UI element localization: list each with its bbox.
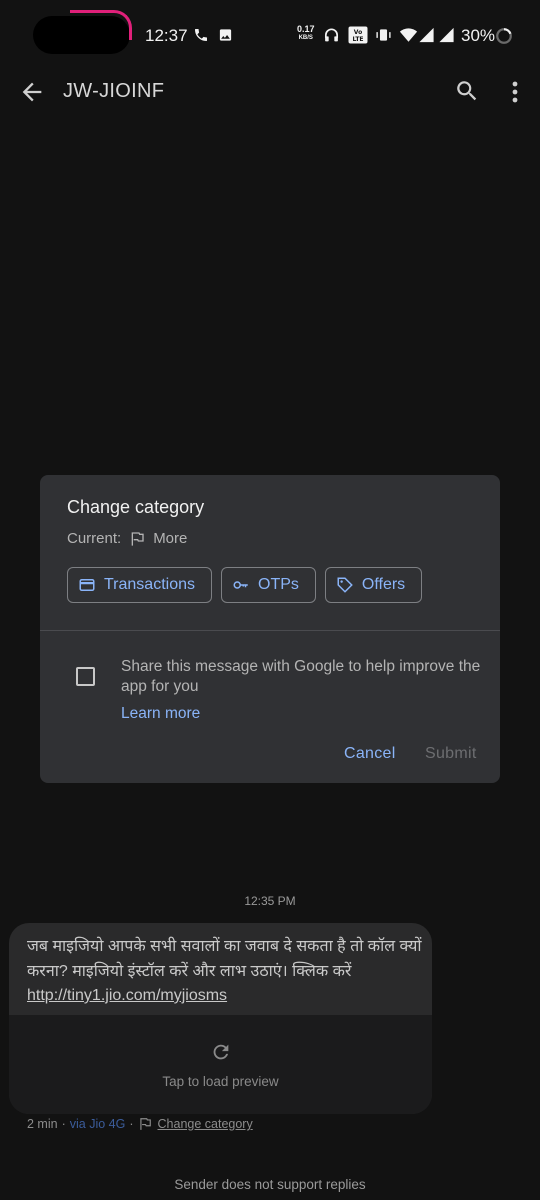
svg-text:Vo: Vo xyxy=(354,29,362,36)
tag-icon xyxy=(337,577,353,593)
chip-offers-label: Offers xyxy=(361,576,406,593)
chip-otps[interactable]: OTPs xyxy=(221,567,316,603)
volte-icon: Vo LTE xyxy=(348,26,368,44)
network-speed-unit: KB/S xyxy=(298,35,313,41)
wifi-icon xyxy=(399,28,418,42)
message-body: जब माइजियो आपके सभी सवालों का जवाब दे सक… xyxy=(27,938,422,980)
share-checkbox[interactable] xyxy=(76,667,95,686)
message-link[interactable]: http://tiny1.jio.com/myjiosms xyxy=(27,987,227,1004)
signal-icon-2 xyxy=(439,27,454,43)
more-vert-icon[interactable] xyxy=(504,78,526,106)
search-icon[interactable] xyxy=(454,78,480,104)
card-icon xyxy=(79,579,95,591)
tap-to-load-preview: Tap to load preview xyxy=(162,1074,279,1089)
link-preview[interactable]: Tap to load preview xyxy=(9,1015,432,1114)
message-bubble[interactable]: जब माइजियो आपके सभी सवालों का जवाब दे सक… xyxy=(9,923,432,1114)
chip-otps-label: OTPs xyxy=(258,576,299,593)
current-category-label: Current: xyxy=(67,530,122,547)
camera-ring-indicator xyxy=(70,10,132,40)
svg-text:LTE: LTE xyxy=(352,36,363,43)
meta-separator: · xyxy=(61,1117,66,1131)
category-chips: Transactions OTPs Offers xyxy=(67,567,423,603)
dialog-divider xyxy=(40,630,500,631)
signal-icon-1 xyxy=(419,27,434,43)
key-icon xyxy=(233,581,248,589)
message-network: via Jio 4G xyxy=(69,1117,126,1131)
chip-transactions[interactable]: Transactions xyxy=(67,567,212,603)
share-message-text: Share this message with Google to help i… xyxy=(121,658,481,695)
current-category: Current: More xyxy=(67,530,187,547)
battery-percent: 30% xyxy=(461,26,496,45)
chip-offers[interactable]: Offers xyxy=(324,567,423,603)
back-arrow-icon[interactable] xyxy=(18,78,46,106)
cancel-button[interactable]: Cancel xyxy=(344,745,396,763)
dialog-title: Change category xyxy=(67,497,205,517)
submit-button[interactable]: Submit xyxy=(425,745,477,763)
network-speed: 0.17 KB/S xyxy=(297,25,315,42)
conversation-title: JW-JIOINF xyxy=(63,80,165,102)
flag-icon-small xyxy=(139,1118,151,1130)
message-text: जब माइजियो आपके सभी सवालों का जवाब दे सक… xyxy=(27,935,422,1009)
status-bar: 12:37 0.17 KB/S Vo LTE 30% xyxy=(0,0,540,72)
vibrate-icon xyxy=(376,29,391,41)
network-speed-value: 0.17 xyxy=(297,24,315,34)
meta-separator-2: · xyxy=(129,1117,134,1131)
flag-icon xyxy=(131,531,144,546)
learn-more-link[interactable]: Learn more xyxy=(121,705,200,723)
app-bar: JW-JIOINF xyxy=(0,72,540,112)
current-category-value: More xyxy=(153,530,188,547)
phone-icon xyxy=(195,29,207,41)
change-category-dialog: Change category Current: More Transactio… xyxy=(40,475,500,783)
message-age: 2 min xyxy=(27,1117,58,1131)
change-category-link[interactable]: Change category xyxy=(158,1117,253,1131)
message-timestamp: 12:35 PM xyxy=(244,894,296,908)
battery-icon xyxy=(496,28,512,44)
message-meta: 2 min · via Jio 4G · Change category xyxy=(27,1117,253,1131)
status-time: 12:37 xyxy=(145,26,188,45)
image-icon xyxy=(219,29,232,41)
no-replies-notice: Sender does not support replies xyxy=(174,1177,366,1192)
headphones-icon xyxy=(324,28,339,42)
refresh-icon xyxy=(213,1044,229,1060)
chip-transactions-label: Transactions xyxy=(104,576,195,593)
